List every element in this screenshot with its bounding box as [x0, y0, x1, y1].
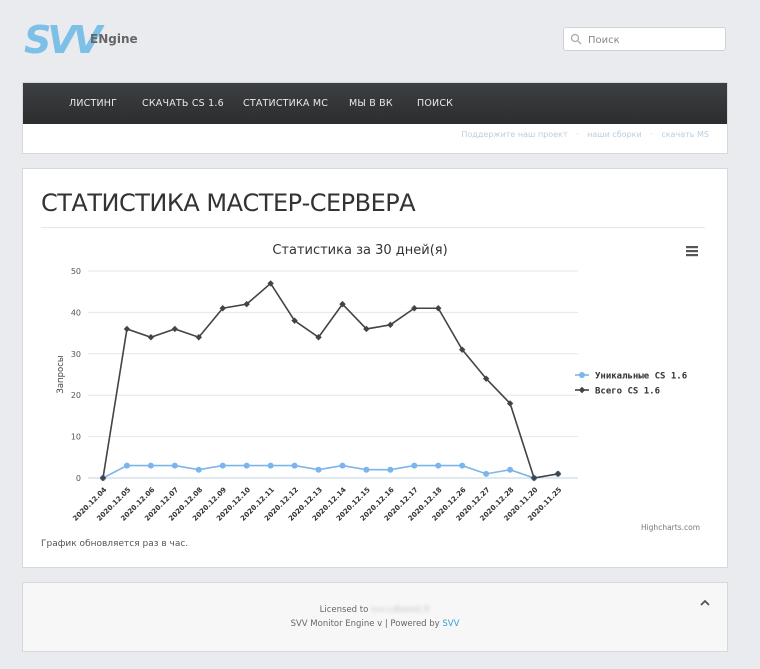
data-point: [171, 462, 178, 469]
sub-separator: ·: [650, 130, 653, 139]
y-tick-label: 40: [71, 308, 81, 317]
legend-marker: [579, 372, 585, 378]
stats-chart: Статистика за 30 дней(я) 0 10 20 30 40 50 Запро…: [56, 243, 700, 532]
data-point: [219, 462, 226, 469]
search-input[interactable]: [586, 31, 724, 49]
data-point: [554, 470, 562, 478]
update-note: График обновляется раз в час.: [41, 539, 189, 549]
y-tick-label: 10: [71, 433, 81, 442]
data-point: [171, 325, 179, 333]
y-tick-label: 50: [71, 267, 81, 276]
nav-item-download[interactable]: СКАЧАТЬ CS 1.6: [142, 83, 224, 124]
data-point: [267, 462, 274, 469]
nav-panel: ЛИСТИНГ СКАЧАТЬ CS 1.6 СТАТИСТИКА МС МЫ …: [22, 82, 728, 154]
data-point: [483, 470, 490, 477]
data-point: [99, 474, 107, 482]
data-point: [291, 462, 298, 469]
series-line-0: [102, 464, 559, 479]
data-point: [147, 462, 154, 469]
sub-link-builds[interactable]: наши сборки: [587, 130, 642, 139]
logo-mark: SVV: [24, 18, 102, 62]
data-point: [435, 462, 442, 469]
legend-marker: [578, 386, 586, 394]
legend-label: Всего CS 1.6: [595, 387, 660, 397]
y-axis-label: Запросы: [56, 355, 66, 393]
nav-item-vk[interactable]: МЫ В ВК: [349, 83, 393, 124]
data-point: [530, 474, 538, 482]
data-point: [123, 325, 131, 333]
stats-card: СТАТИСТИКА МАСТЕР-СЕРВЕРА Статистика за …: [22, 168, 728, 568]
logo[interactable]: SVV ENgine: [24, 18, 144, 62]
chart-title: Статистика за 30 дней(я): [272, 243, 447, 258]
logo-text: ENgine: [90, 32, 138, 46]
sub-link-support[interactable]: Поддержите наш проект: [461, 130, 567, 139]
license-line: Licensed to svv.cdboost.fr: [23, 605, 727, 615]
search-box[interactable]: [563, 27, 726, 51]
data-point: [243, 462, 250, 469]
nav-item-ms-stats[interactable]: СТАТИСТИКА МС: [243, 83, 328, 124]
nav-item-search[interactable]: ПОИСК: [417, 83, 453, 124]
sub-separator: ·: [576, 130, 579, 139]
data-point: [507, 466, 514, 473]
search-icon: [570, 33, 582, 45]
sub-link-ms[interactable]: скачать MS: [661, 130, 709, 139]
legend-label: Уникальные CS 1.6: [595, 372, 687, 382]
license-label: Licensed to: [319, 605, 369, 615]
navbar: ЛИСТИНГ СКАЧАТЬ CS 1.6 СТАТИСТИКА МС МЫ …: [23, 83, 727, 124]
sub-nav: Поддержите наш проект · наши сборки · ск…: [455, 130, 709, 139]
y-tick-label: 20: [71, 391, 81, 400]
licensee: svv.cdboost.fr: [371, 605, 431, 615]
powered-line: SVV Monitor Engine v | Powered by SVV: [23, 619, 727, 629]
data-point: [459, 462, 466, 469]
data-point: [315, 466, 322, 473]
data-point: [363, 466, 370, 473]
data-point: [195, 466, 202, 473]
menu-icon-bar: [686, 254, 698, 257]
data-point: [435, 305, 442, 312]
data-point: [147, 334, 155, 341]
powered-label: SVV Monitor Engine v | Powered by: [290, 619, 440, 629]
footer: Licensed to svv.cdboost.fr SVV Monitor E…: [22, 582, 728, 652]
data-point: [411, 462, 418, 469]
scroll-top-icon[interactable]: [699, 597, 711, 609]
menu-icon-bar: [686, 246, 698, 249]
data-point: [339, 462, 346, 469]
page-title: СТАТИСТИКА МАСТЕР-СЕРВЕРА: [41, 189, 416, 217]
divider: [41, 227, 705, 228]
powered-link[interactable]: SVV: [442, 619, 459, 629]
nav-item-listing[interactable]: ЛИСТИНГ: [69, 83, 117, 124]
chart-credits: Highcharts.com: [641, 523, 700, 532]
y-tick-label: 0: [76, 474, 81, 483]
menu-icon-bar: [686, 250, 698, 253]
data-point: [387, 466, 394, 473]
y-tick-label: 30: [71, 350, 81, 359]
data-point: [123, 462, 130, 469]
